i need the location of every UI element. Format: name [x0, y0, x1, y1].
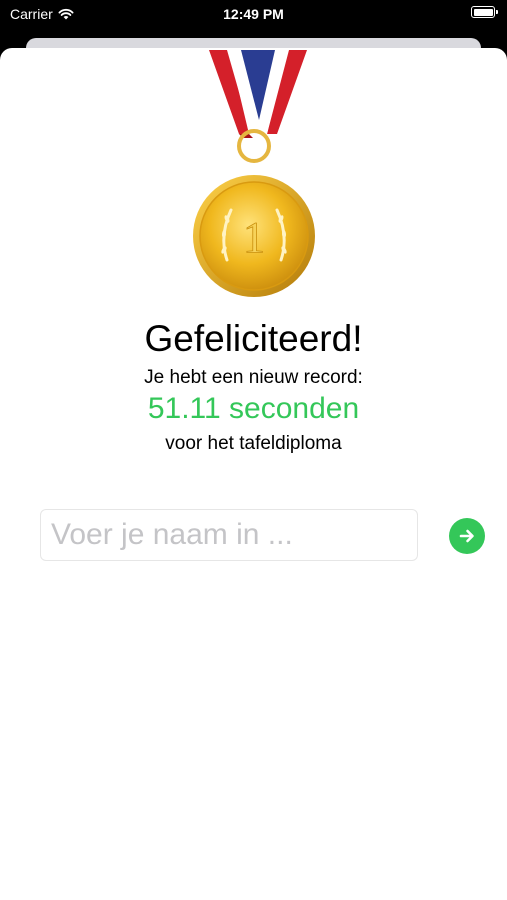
record-time: 51.11 seconden — [147, 392, 360, 425]
congratulations-title: Gefeliciteerd! — [144, 318, 363, 359]
medal-number: 1 — [243, 213, 265, 262]
name-input[interactable] — [40, 509, 418, 561]
new-record-label: Je hebt een nieuw record: — [144, 367, 363, 388]
record-context: voor het tafeldiploma — [165, 433, 342, 454]
status-bar: Carrier 12:49 PM — [0, 0, 507, 30]
battery-icon — [471, 6, 498, 18]
submit-button[interactable] — [449, 518, 485, 554]
arrow-right-icon — [459, 529, 474, 543]
gold-medal-icon: 1 — [193, 50, 315, 297]
status-time: 12:49 PM — [223, 6, 284, 22]
